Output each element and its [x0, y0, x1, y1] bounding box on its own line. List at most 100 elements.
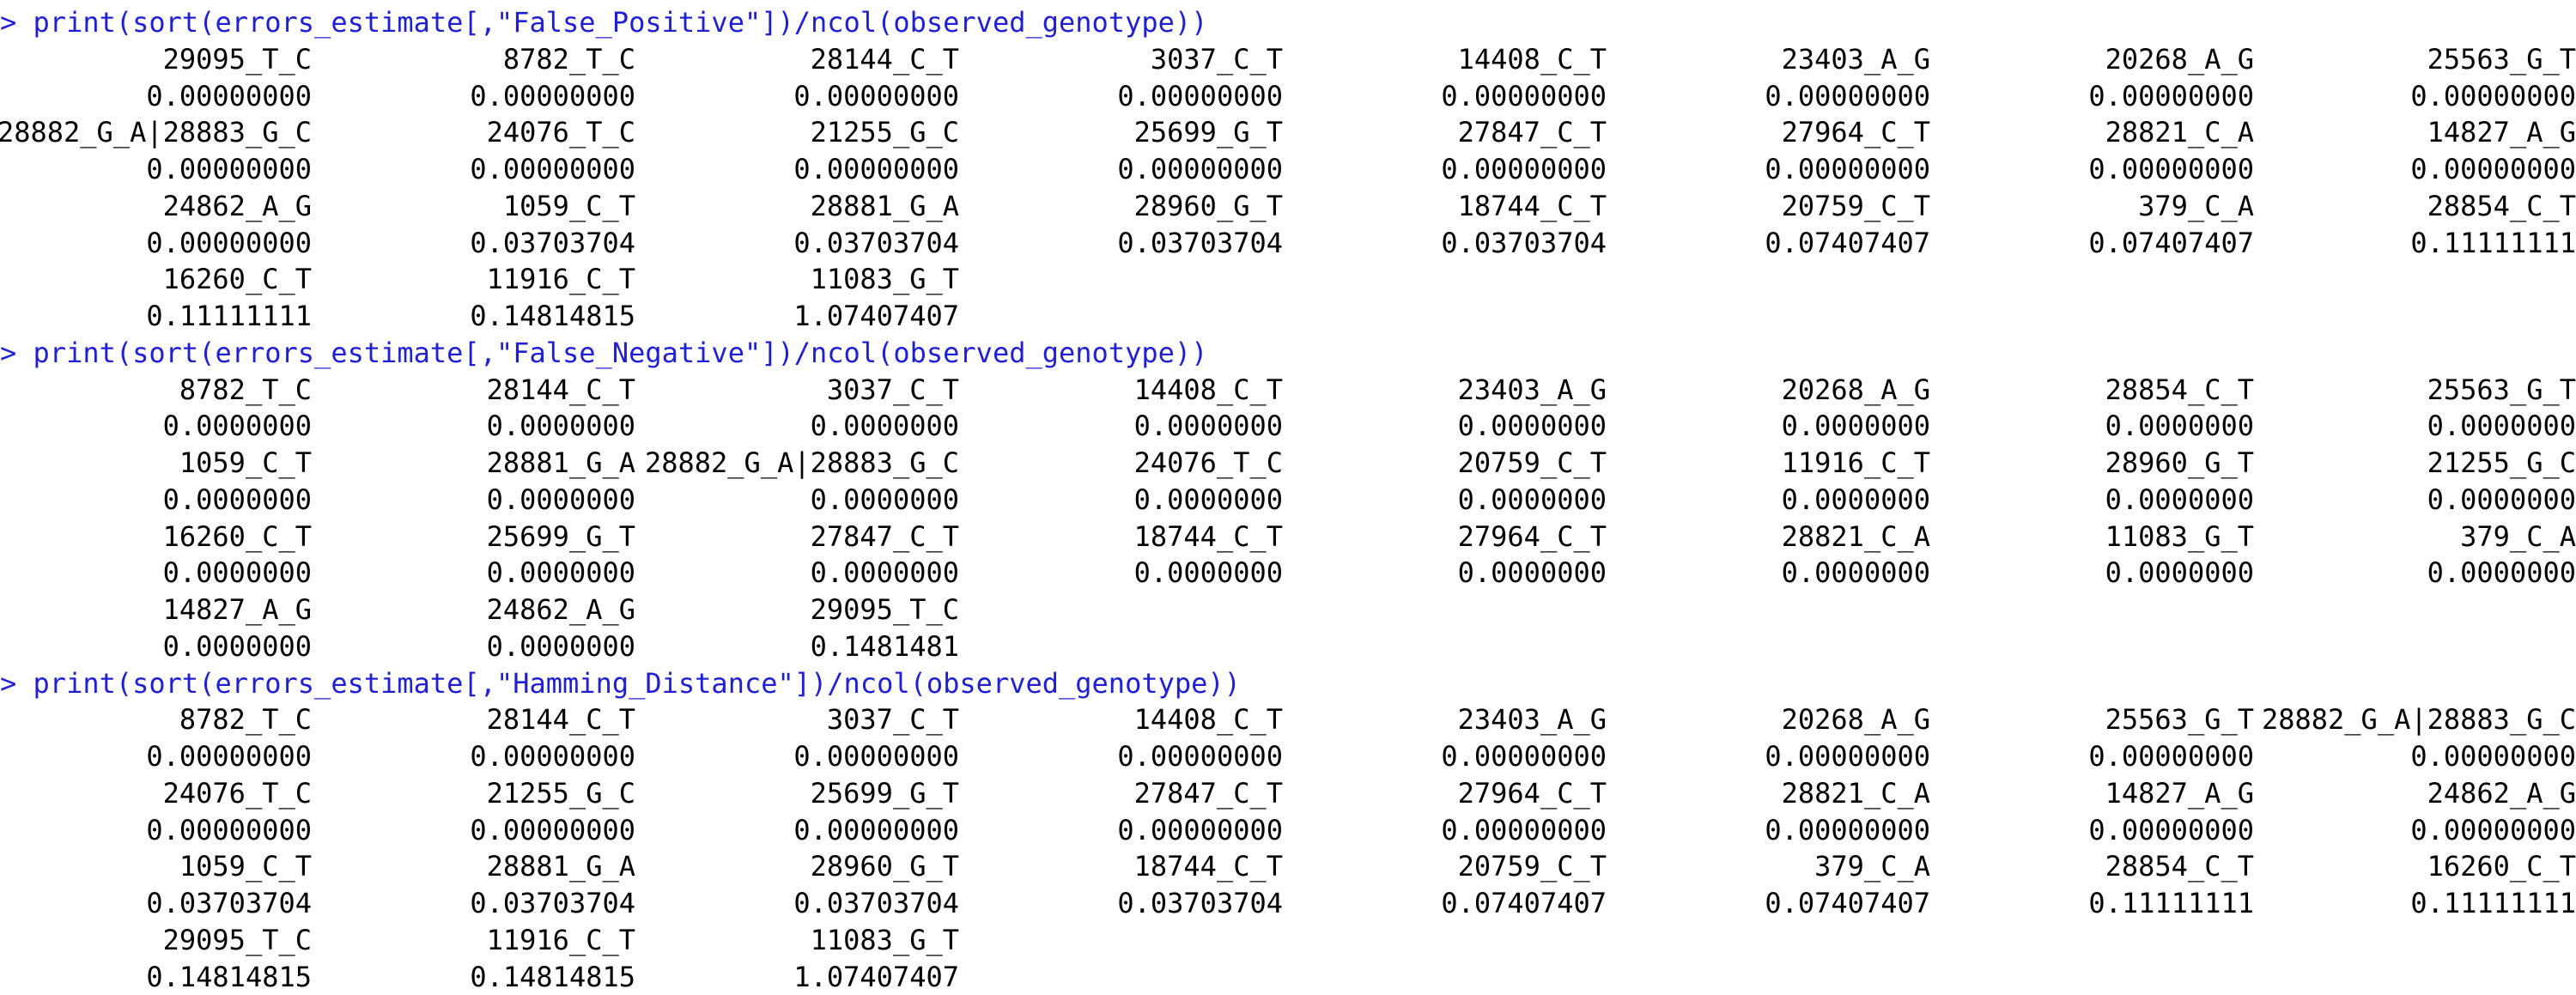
variant-value-cell: 0.0000000 — [162, 410, 312, 443]
variant-name-cell: 28881_G_A — [486, 850, 635, 883]
variant-value-cell: 0.00000000 — [470, 79, 635, 112]
variant-name-cell: 28960_G_T — [2105, 446, 2254, 479]
variant-name-cell: 23403_A_G — [1457, 373, 1607, 406]
variant-value-cell: 0.00000000 — [1765, 740, 1930, 773]
variant-value-cell: 0.0000000 — [2105, 410, 2254, 443]
variant-name-cell: 21255_G_C — [810, 116, 959, 149]
variant-value-cell: 0.00000000 — [1117, 153, 1283, 185]
variant-name-cell: 28854_C_T — [2105, 850, 2254, 883]
variant-name-cell: 27964_C_T — [1457, 519, 1607, 553]
variant-name-cell: 11083_G_T — [810, 923, 959, 956]
variant-name-cell: 1059_C_T — [502, 189, 635, 222]
variant-value-cell: 0.00000000 — [1441, 153, 1607, 185]
variant-name-cell: 379_C_A — [2138, 189, 2254, 222]
variant-name-cell: 28821_C_A — [1781, 776, 1930, 810]
variant-name-cell: 28821_C_A — [1781, 519, 1930, 553]
variant-value-cell: 0.00000000 — [146, 153, 312, 185]
variant-name-cell: 8782_T_C — [179, 373, 312, 406]
variant-name-cell: 11916_C_T — [1781, 446, 1930, 479]
variant-name-cell: 28881_G_A — [810, 189, 959, 222]
variant-value-cell: 0.0000000 — [2427, 410, 2576, 443]
variant-name-cell: 3037_C_T — [826, 703, 959, 737]
variant-name-cell: 20268_A_G — [1781, 373, 1930, 406]
command-text: print(sort(errors_estimate[,"False_Posit… — [33, 6, 1208, 39]
variant-name-cell: 25699_G_T — [486, 519, 635, 553]
variant-name-cell: 25563_G_T — [2105, 703, 2254, 737]
variant-name-cell: 28881_G_A — [486, 446, 635, 479]
variant-name-cell: 25699_G_T — [810, 776, 959, 810]
variant-name-cell: 379_C_A — [2460, 519, 2576, 553]
variant-value-cell: 0.03703704 — [1441, 226, 1607, 259]
variant-name-cell: 28854_C_T — [2427, 189, 2576, 222]
variant-value-cell: 1.07407407 — [793, 960, 959, 993]
variant-name-cell: 25699_G_T — [1133, 116, 1283, 149]
variant-name-cell: 25563_G_T — [2427, 42, 2576, 76]
variant-value-cell: 0.0000000 — [2427, 482, 2576, 516]
variant-name-cell: 28144_C_T — [810, 42, 959, 76]
variant-value-cell: 0.00000000 — [1117, 740, 1283, 773]
variant-value-cell: 1.07407407 — [793, 300, 959, 332]
variant-value-cell: 0.00000000 — [1441, 813, 1607, 846]
variant-value-cell: 0.0000000 — [486, 556, 635, 590]
console-command-line: > print(sort(errors_estimate[,"False_Pos… — [0, 4, 1207, 40]
variant-value-cell: 0.00000000 — [2088, 153, 2254, 185]
variant-name-cell: 25563_G_T — [2427, 373, 2576, 406]
variant-name-cell: 28821_C_A — [2105, 116, 2254, 149]
variant-name-cell: 23403_A_G — [1781, 42, 1930, 76]
variant-value-cell: 0.14814815 — [470, 960, 635, 993]
variant-name-cell: 27847_C_T — [1133, 776, 1283, 810]
variant-name-cell: 11916_C_T — [486, 923, 635, 956]
variant-value-cell: 0.0000000 — [1781, 410, 1930, 443]
variant-name-cell: 14408_C_T — [1133, 373, 1283, 406]
variant-name-cell: 28144_C_T — [486, 703, 635, 737]
r-console-output[interactable]: > print(sort(errors_estimate[,"False_Pos… — [0, 0, 2576, 993]
variant-name-cell: 21255_G_C — [486, 776, 635, 810]
variant-name-cell: 14408_C_T — [1133, 703, 1283, 737]
variant-value-cell: 0.0000000 — [1781, 482, 1930, 516]
console-command-line: > print(sort(errors_estimate[,"False_Neg… — [0, 335, 1207, 371]
variant-name-cell: 28960_G_T — [1133, 189, 1283, 222]
variant-name-cell: 28882_G_A|28883_G_C — [644, 446, 959, 479]
variant-value-cell: 0.00000000 — [793, 79, 959, 112]
variant-value-cell: 0.00000000 — [2088, 79, 2254, 112]
variant-value-cell: 0.00000000 — [793, 153, 959, 185]
variant-value-cell: 0.0000000 — [1457, 482, 1607, 516]
variant-value-cell: 0.07407407 — [2088, 226, 2254, 259]
variant-value-cell: 0.00000000 — [2088, 813, 2254, 846]
variant-name-cell: 27847_C_T — [1457, 116, 1607, 149]
variant-name-cell: 18744_C_T — [1457, 189, 1607, 222]
variant-name-cell: 28882_G_A|28883_G_C — [2261, 703, 2576, 737]
variant-value-cell: 0.00000000 — [2410, 740, 2576, 773]
variant-value-cell: 0.0000000 — [810, 556, 959, 590]
variant-value-cell: 0.00000000 — [793, 813, 959, 846]
variant-value-cell: 0.11111111 — [2410, 226, 2576, 259]
variant-value-cell: 0.0000000 — [1781, 556, 1930, 590]
variant-value-cell: 0.03703704 — [146, 887, 312, 919]
variant-value-cell: 0.11111111 — [2088, 887, 2254, 919]
variant-name-cell: 27964_C_T — [1781, 116, 1930, 149]
variant-value-cell: 0.0000000 — [162, 482, 312, 516]
variant-value-cell: 0.0000000 — [162, 629, 312, 663]
variant-value-cell: 0.07407407 — [1765, 887, 1930, 919]
variant-value-cell: 0.00000000 — [1765, 79, 1930, 112]
variant-name-cell: 8782_T_C — [179, 703, 312, 737]
prompt-symbol: > — [0, 336, 17, 369]
variant-value-cell: 0.0000000 — [1133, 482, 1283, 516]
variant-name-cell: 16260_C_T — [162, 263, 312, 296]
variant-value-cell: 0.00000000 — [146, 740, 312, 773]
variant-name-cell: 28960_G_T — [810, 850, 959, 883]
variant-name-cell: 1059_C_T — [179, 850, 312, 883]
variant-name-cell: 28144_C_T — [486, 373, 635, 406]
variant-value-cell: 0.00000000 — [2088, 740, 2254, 773]
variant-name-cell: 29095_T_C — [162, 923, 312, 956]
variant-name-cell: 29095_T_C — [810, 593, 959, 626]
variant-value-cell: 0.1481481 — [810, 629, 959, 663]
variant-value-cell: 0.00000000 — [2410, 813, 2576, 846]
variant-name-cell: 14827_A_G — [162, 593, 312, 626]
variant-name-cell: 21255_G_C — [2427, 446, 2576, 479]
variant-value-cell: 0.03703704 — [470, 887, 635, 919]
variant-value-cell: 0.0000000 — [1457, 410, 1607, 443]
variant-name-cell: 3037_C_T — [1150, 42, 1283, 76]
prompt-symbol: > — [0, 666, 17, 700]
variant-name-cell: 24076_T_C — [1133, 446, 1283, 479]
